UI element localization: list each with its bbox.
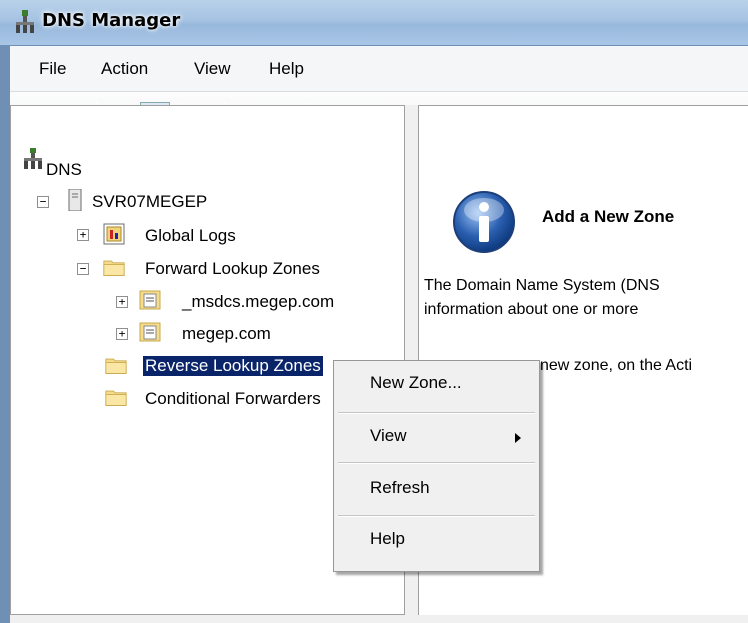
- window-title: DNS Manager: [42, 10, 181, 31]
- tree-item-dns[interactable]: DNS: [46, 160, 82, 180]
- dns-manager-app-icon: [16, 10, 34, 33]
- info-text-clip: The Domain Name System (DNS information …: [424, 275, 748, 335]
- expand-global-logs-toggle[interactable]: +: [77, 229, 89, 241]
- menu-separator: [338, 462, 535, 464]
- tree-item-msdcs-zone[interactable]: _msdcs.megep.com: [182, 292, 334, 312]
- context-menu-new-zone[interactable]: New Zone...: [370, 373, 462, 393]
- menu-separator: [338, 515, 535, 517]
- title-bar[interactable]: DNS Manager: [0, 0, 748, 46]
- tree-item-server[interactable]: SVR07MEGEP: [92, 192, 207, 212]
- info-text-line-3-clip: new zone, on the Acti: [540, 355, 748, 379]
- tree-item-megep-zone[interactable]: megep.com: [182, 324, 271, 344]
- info-icon: [453, 191, 515, 253]
- log-icon: [103, 223, 125, 245]
- collapse-server-toggle[interactable]: −: [37, 196, 49, 208]
- folder-icon: [103, 260, 125, 276]
- expand-msdcs-toggle[interactable]: +: [116, 296, 128, 308]
- zone-file-icon: [139, 290, 161, 310]
- menu-view[interactable]: View: [191, 59, 234, 79]
- tree-item-global-logs[interactable]: Global Logs: [145, 226, 236, 246]
- context-menu: New Zone... View Refresh Help: [333, 360, 540, 572]
- dns-root-icon: [24, 148, 42, 169]
- zone-file-icon: [139, 322, 161, 342]
- context-menu-help[interactable]: Help: [370, 529, 405, 549]
- menu-bar: File Action View Help: [10, 46, 748, 92]
- folder-icon: [105, 358, 127, 374]
- info-title: Add a New Zone: [542, 207, 675, 226]
- collapse-forward-zones-toggle[interactable]: −: [77, 263, 89, 275]
- tree-item-forward-lookup-zones[interactable]: Forward Lookup Zones: [145, 259, 320, 279]
- tree-item-conditional-forwarders[interactable]: Conditional Forwarders: [145, 389, 321, 409]
- tree-item-reverse-lookup-zones[interactable]: Reverse Lookup Zones: [143, 356, 324, 377]
- conditional-forwarders-clip: Conditional Forwarders: [145, 389, 335, 412]
- menu-separator: [338, 412, 535, 414]
- context-menu-view[interactable]: View: [370, 426, 407, 446]
- menu-action[interactable]: Action: [98, 59, 151, 79]
- context-menu-refresh[interactable]: Refresh: [370, 478, 430, 498]
- info-text-line-1: The Domain Name System (DNS: [424, 277, 660, 294]
- server-icon: [68, 189, 82, 211]
- menu-help[interactable]: Help: [266, 59, 307, 79]
- info-text-line-3: new zone, on the Acti: [540, 357, 693, 374]
- submenu-arrow-icon: [515, 433, 521, 443]
- expand-megep-toggle[interactable]: +: [116, 328, 128, 340]
- info-text-line-2: information about one or more: [424, 301, 639, 318]
- folder-icon: [105, 390, 127, 406]
- menu-file[interactable]: File: [36, 59, 69, 79]
- dns-manager-window: DNS Manager File Action View Help DNS − …: [0, 0, 748, 623]
